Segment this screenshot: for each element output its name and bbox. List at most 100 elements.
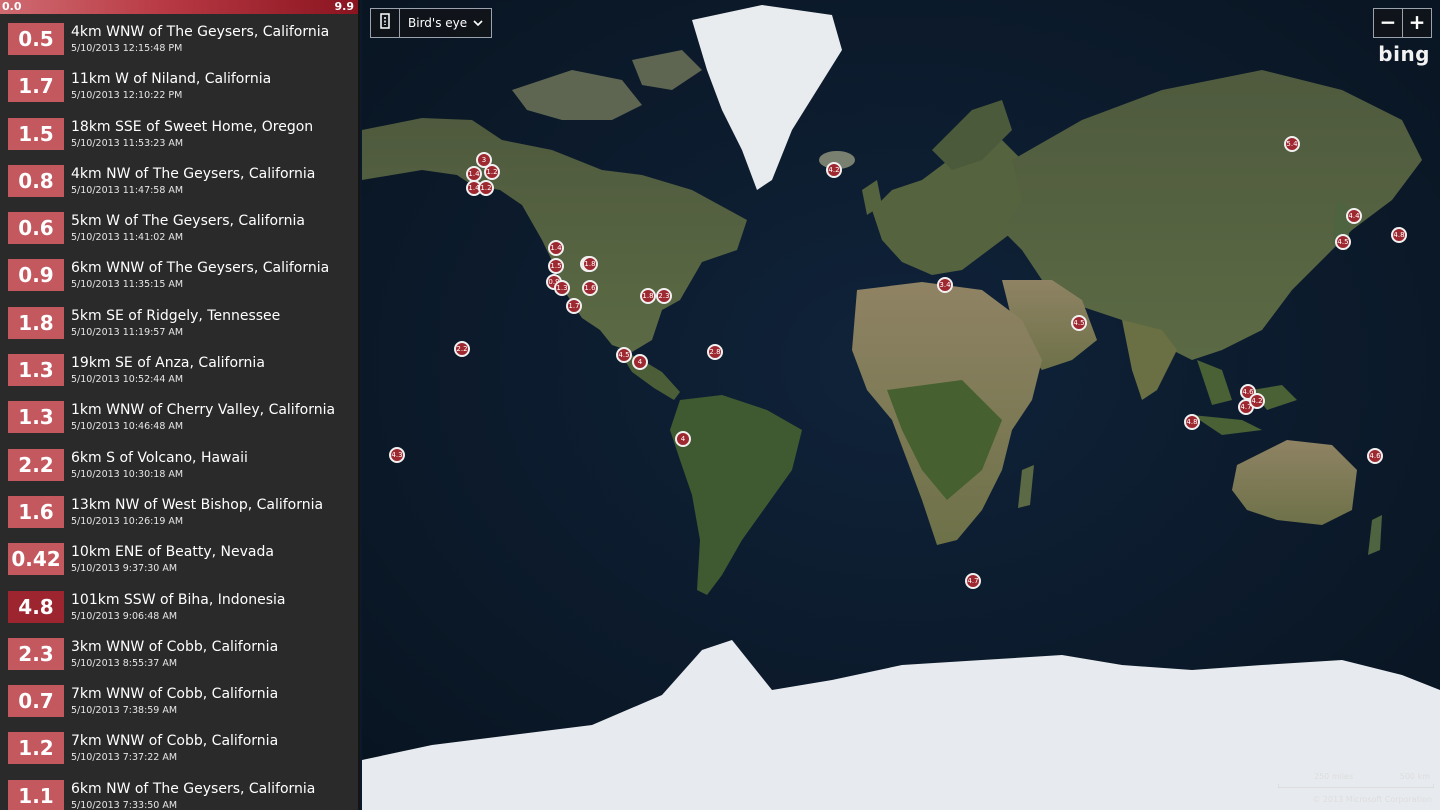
quake-marker[interactable]: 4.6 (1367, 448, 1383, 464)
quake-marker[interactable]: 1.8 (582, 256, 598, 272)
quake-location: 5km SE of Ridgely, Tennessee (71, 307, 281, 324)
quake-marker[interactable]: 1.7 (566, 298, 582, 314)
view-control[interactable]: Bird's eye (370, 8, 493, 38)
quake-timestamp: 5/10/2013 10:26:19 AM (71, 515, 184, 527)
quake-marker[interactable]: 4.8 (1391, 227, 1407, 243)
quake-list-item[interactable]: 1.7 11km W of Niland, California 5/10/2013… (0, 61, 358, 108)
quake-list-item[interactable]: 2.3 3km WNW of Cobb, California 5/10/2013 … (0, 629, 358, 676)
copyright-text: © 2013 Microsoft Corporation (1312, 795, 1432, 804)
quake-location: 4km NW of The Geysers, California (71, 165, 316, 182)
chevron-down-icon (473, 16, 483, 30)
quake-location: 4km WNW of The Geysers, California (71, 24, 330, 40)
quake-marker[interactable]: 1.4 (466, 166, 482, 182)
quake-list-item[interactable]: 2.2 6km S of Volcano, Hawaii 5/10/2013 10:… (0, 440, 358, 487)
quake-location: 101km SSW of Biha, Indonesia (71, 591, 286, 608)
quake-list-item[interactable]: 1.5 18km SSE of Sweet Home, Oregon 5/10/20… (0, 109, 358, 156)
quake-location: 10km ENE of Beatty, Nevada (71, 544, 274, 561)
quake-marker[interactable]: 4.8 (1184, 414, 1200, 430)
world-map[interactable]: 1.41.21.41.234.25.44.44.54.81.41.51.80.9… (362, 0, 1440, 810)
magnitude-badge: 1.3 (8, 401, 64, 434)
magnitude-badge: 1.8 (8, 306, 64, 339)
quake-timestamp: 5/10/2013 9:06:48 AM (71, 610, 178, 622)
quake-marker[interactable]: 3.4 (937, 277, 953, 293)
quake-marker[interactable]: 4 (632, 354, 648, 370)
quake-location: 7km WNW of Cobb, California (71, 733, 279, 750)
quake-list-item[interactable]: 1.8 5km SE of Ridgely, Tennessee 5/10/2013… (0, 298, 358, 345)
magnitude-badge: 1.6 (8, 495, 64, 528)
quake-timestamp: 5/10/2013 11:47:58 AM (71, 184, 184, 196)
magnitude-badge: 1.3 (8, 354, 64, 387)
quake-location: 3km WNW of Cobb, California (71, 638, 279, 655)
zoom-control: − + (1373, 8, 1432, 38)
quake-marker[interactable]: 1.2 (478, 180, 494, 196)
quake-timestamp: 5/10/2013 8:55:37 AM (71, 657, 178, 669)
magnitude-badge: 0.9 (8, 259, 64, 292)
magnitude-badge: 0.42 (8, 543, 64, 576)
zoom-in-button[interactable]: + (1402, 9, 1431, 37)
quake-location: 18km SSE of Sweet Home, Oregon (71, 118, 314, 135)
quake-timestamp: 5/10/2013 10:30:18 AM (71, 468, 184, 480)
quake-list-item[interactable]: 0.7 7km WNW of Cobb, California 5/10/2013 … (0, 676, 358, 723)
quake-location: 1km WNW of Cherry Valley, California (71, 402, 336, 419)
quake-location: 5km W of The Geysers, California (71, 213, 305, 230)
quake-marker[interactable]: 4.5 (1071, 315, 1087, 331)
quake-list-item[interactable]: 0.42 10km ENE of Beatty, Nevada 5/10/2013 … (0, 534, 358, 581)
magnitude-badge: 2.3 (8, 637, 64, 670)
quake-marker[interactable]: 4.5 (1335, 234, 1351, 250)
magnitude-badge: 4.8 (8, 590, 64, 623)
quake-marker[interactable]: 2.8 (707, 344, 723, 360)
quake-list-item[interactable]: 0.6 5km W of The Geysers, California 5/10/… (0, 203, 358, 250)
scale-max-label: 9.9 (334, 0, 355, 13)
quake-marker[interactable]: 4.2 (826, 162, 842, 178)
quake-marker[interactable]: 2.3 (656, 288, 672, 304)
quake-marker[interactable]: 4.4 (1346, 208, 1362, 224)
quake-marker[interactable]: 1.5 (548, 258, 564, 274)
quake-marker[interactable]: 4.7 (965, 573, 981, 589)
quake-marker[interactable]: 1.6 (582, 280, 598, 296)
magnitude-badge: 1.1 (8, 779, 64, 810)
quake-marker[interactable]: 1.3 (554, 280, 570, 296)
map-scale-legend: 250 miles 500 km (1278, 772, 1434, 788)
quake-location: 13km NW of West Bishop, California (71, 496, 324, 513)
magnitude-badge: 1.7 (8, 70, 64, 103)
quake-marker[interactable]: 4.2 (1249, 393, 1265, 409)
quake-list-item[interactable]: 0.5 4km WNW of The Geysers, California 5/1… (0, 14, 358, 61)
quake-list-item[interactable]: 1.2 7km WNW of Cobb, California 5/10/2013 … (0, 723, 358, 770)
quake-timestamp: 5/10/2013 7:38:59 AM (71, 705, 178, 717)
quake-timestamp: 5/10/2013 12:10:22 PM (71, 90, 183, 102)
quake-location: 6km NW of The Geysers, California (71, 780, 316, 797)
quake-marker[interactable]: 1.8 (640, 288, 656, 304)
quake-marker[interactable]: 4.3 (389, 447, 405, 463)
scale-line (1278, 784, 1434, 788)
map-layers-button[interactable] (371, 9, 400, 37)
scale-miles-label: 250 miles (1314, 772, 1354, 781)
quake-marker[interactable]: 1.4 (548, 240, 564, 256)
magnitude-scale-bar: 0.0 9.9 (0, 0, 358, 14)
quake-list-item[interactable]: 1.1 6km NW of The Geysers, California 5/10… (0, 771, 358, 810)
quake-timestamp: 5/10/2013 10:52:44 AM (71, 374, 184, 386)
quake-marker[interactable]: 2.2 (454, 341, 470, 357)
quake-list-item[interactable]: 0.8 4km NW of The Geysers, California 5/10… (0, 156, 358, 203)
quake-list-item[interactable]: 1.3 1km WNW of Cherry Valley, California 5… (0, 392, 358, 439)
world-map-image (362, 0, 1440, 810)
quake-marker[interactable]: 4 (675, 431, 691, 447)
view-mode-select[interactable]: Bird's eye (400, 9, 491, 37)
quake-timestamp: 5/10/2013 11:19:57 AM (71, 326, 184, 338)
quake-marker[interactable]: 5.4 (1284, 136, 1300, 152)
quake-timestamp: 5/10/2013 11:53:23 AM (71, 137, 184, 149)
zoom-out-button[interactable]: − (1374, 9, 1402, 37)
quake-location: 6km WNW of The Geysers, California (71, 260, 330, 277)
quake-timestamp: 5/10/2013 11:35:15 AM (71, 279, 184, 291)
quake-list-item[interactable]: 0.9 6km WNW of The Geysers, California 5/1… (0, 250, 358, 297)
magnitude-badge: 0.6 (8, 212, 64, 245)
quake-marker[interactable]: 4.5 (616, 347, 632, 363)
bing-logo: bing (1378, 42, 1430, 66)
quake-timestamp: 5/10/2013 9:37:30 AM (71, 563, 178, 575)
quake-list-item[interactable]: 1.3 19km SE of Anza, California 5/10/2013 … (0, 345, 358, 392)
quake-list-item[interactable]: 1.6 13km NW of West Bishop, California 5/1… (0, 487, 358, 534)
quake-list-item[interactable]: 4.8 101km SSW of Biha, Indonesia 5/10/2013… (0, 582, 358, 629)
quake-marker[interactable]: 3 (476, 152, 492, 168)
magnitude-badge: 0.8 (8, 164, 64, 197)
magnitude-badge: 0.7 (8, 685, 64, 718)
quake-timestamp: 5/10/2013 10:46:48 AM (71, 421, 184, 433)
